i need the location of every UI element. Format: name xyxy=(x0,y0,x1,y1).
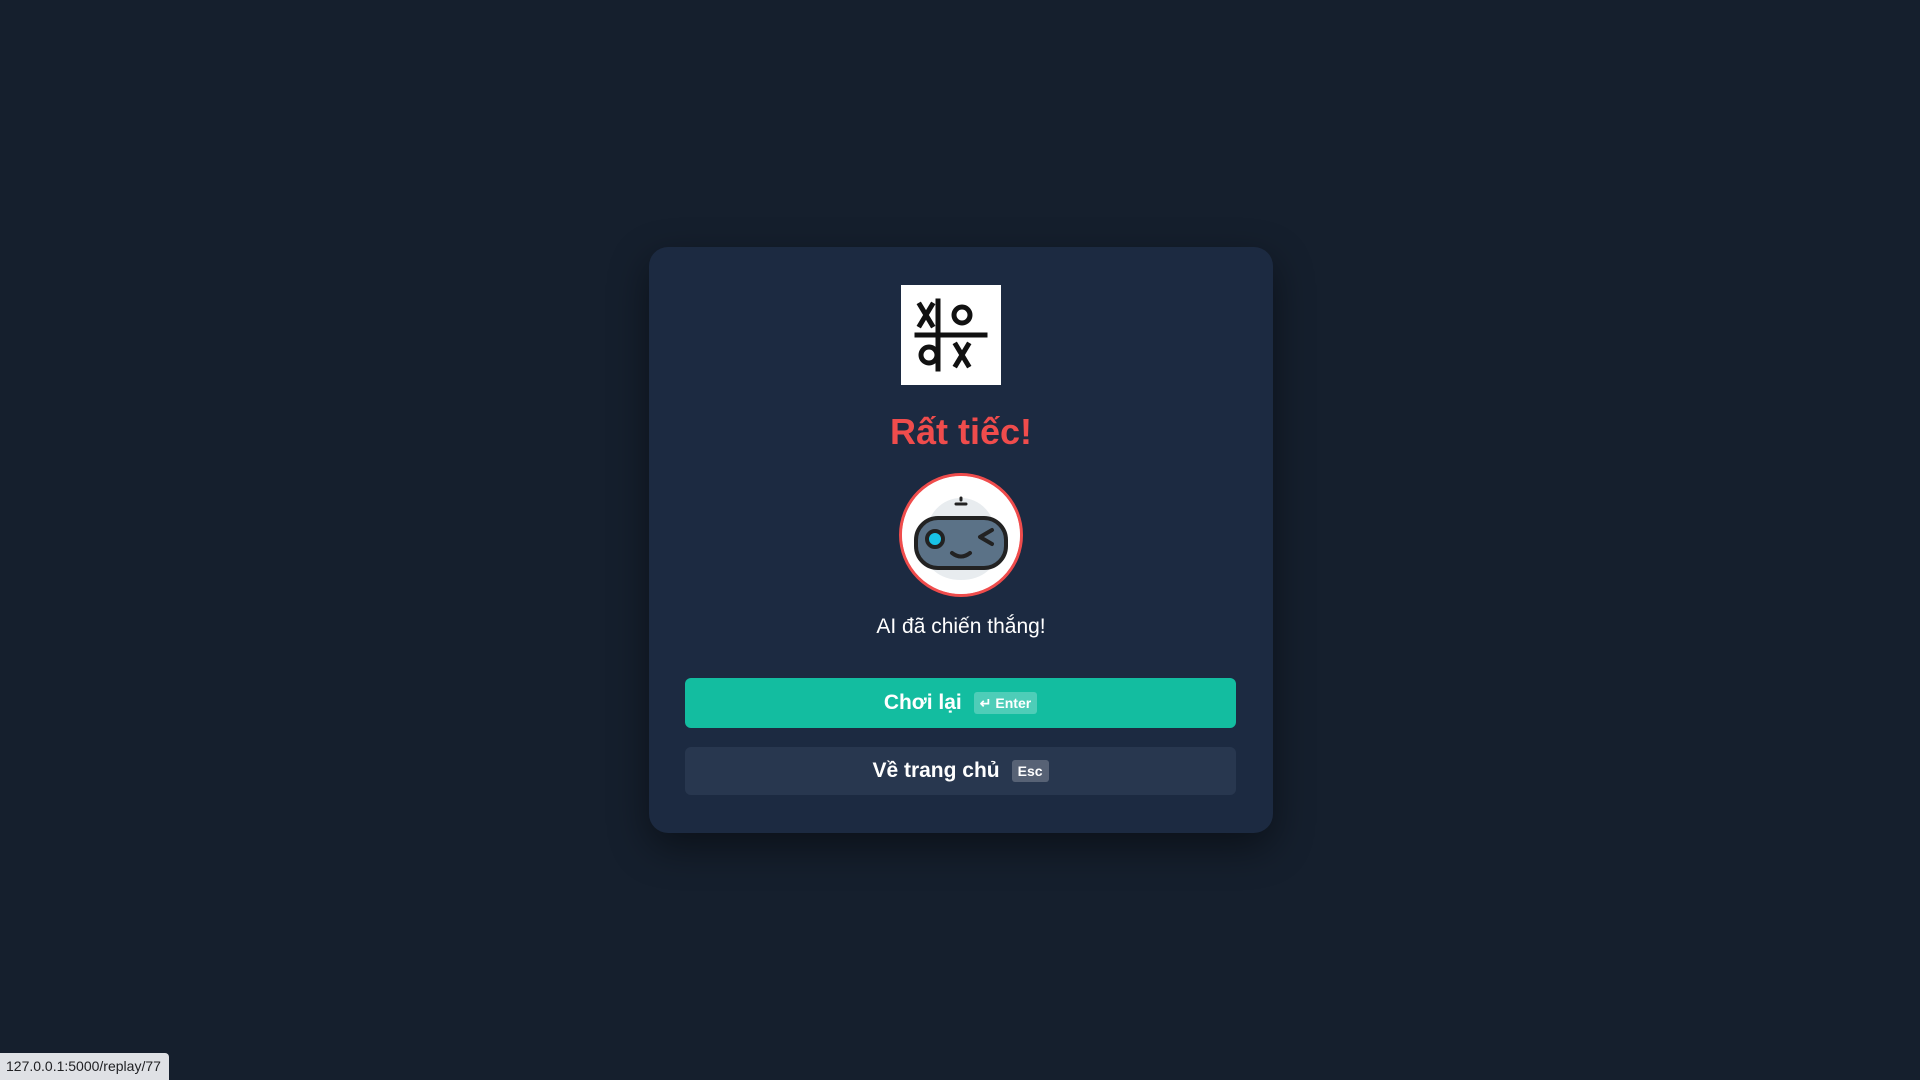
result-title: Rất tiếc! xyxy=(889,411,1033,452)
home-button[interactable]: Về trang chủ Esc xyxy=(685,747,1236,795)
result-modal: Rất tiếc! AI đã chiến thắng! Chơi lại ↵ … xyxy=(649,247,1273,833)
tic-tac-toe-logo-icon xyxy=(901,285,1001,385)
play-again-label: Chơi lại xyxy=(883,691,962,714)
browser-status-bar: 127.0.0.1:5000/replay/77 xyxy=(0,1053,169,1080)
home-label: Về trang chủ xyxy=(872,759,1000,782)
enter-shortcut-badge: ↵ Enter xyxy=(973,692,1038,714)
ai-robot-avatar-icon xyxy=(899,473,1023,597)
result-message: AI đã chiến thắng! xyxy=(876,615,1046,638)
play-again-button[interactable]: Chơi lại ↵ Enter xyxy=(685,678,1236,728)
esc-shortcut-badge: Esc xyxy=(1011,760,1049,782)
